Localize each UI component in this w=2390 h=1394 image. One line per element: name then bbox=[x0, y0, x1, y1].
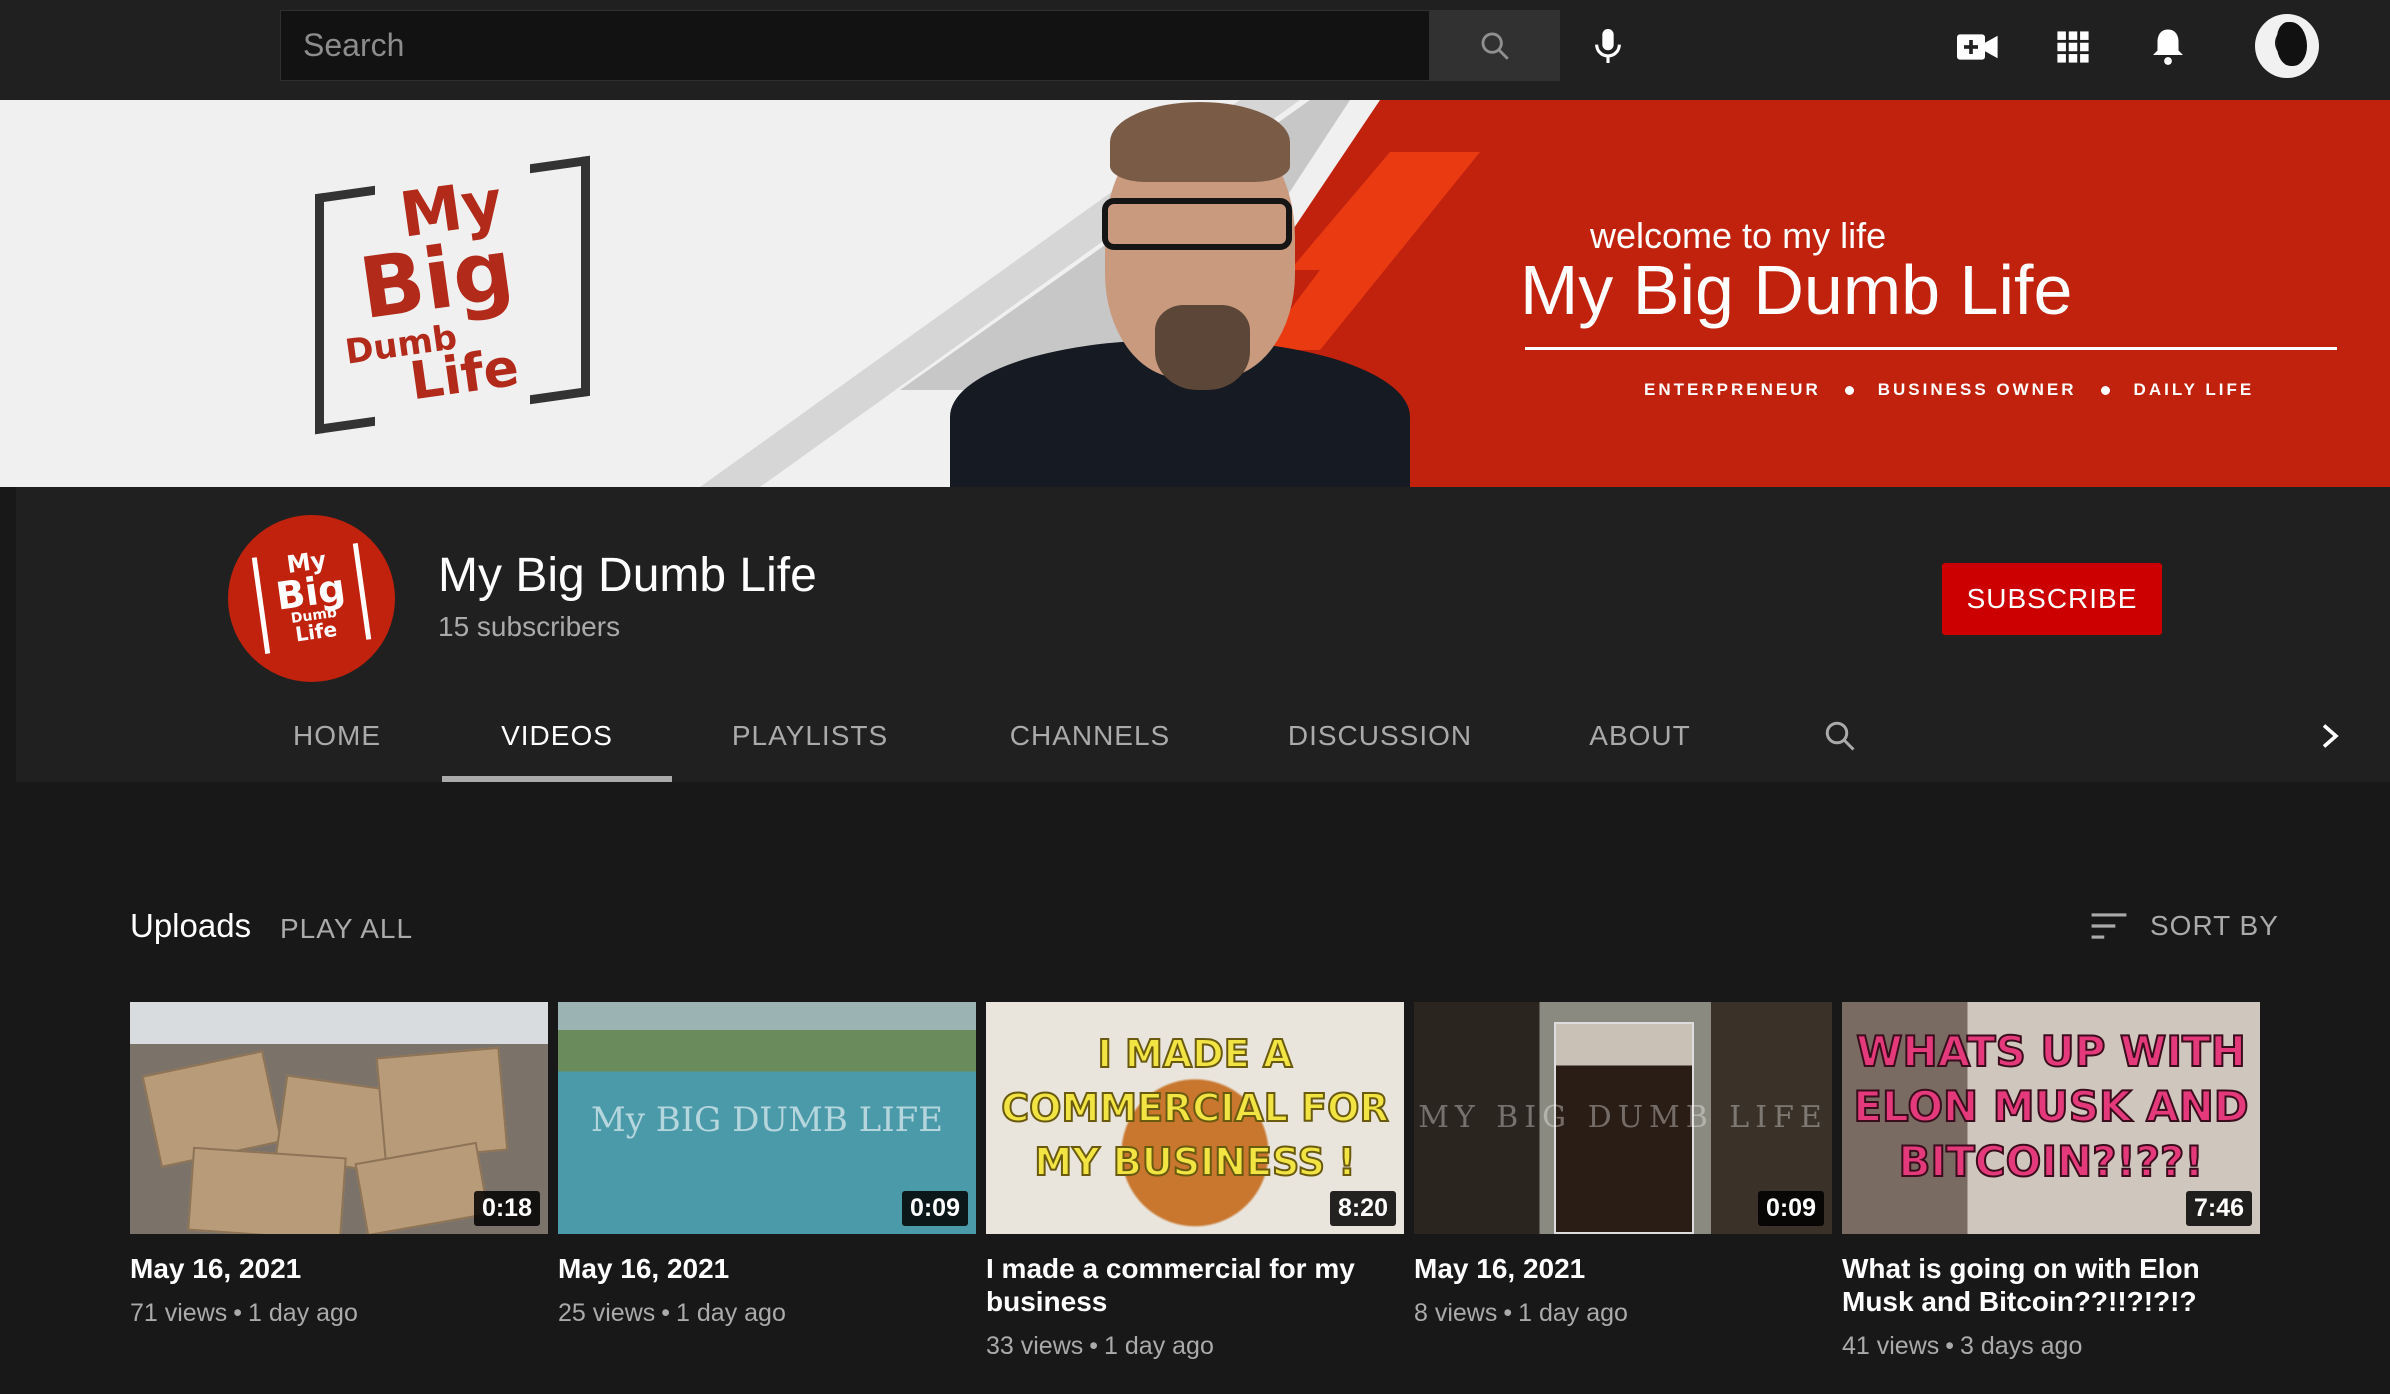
tab-videos[interactable]: VIDEOS bbox=[442, 690, 672, 782]
video-card[interactable]: WHATS UP WITH ELON MUSK AND BITCOIN?!??!… bbox=[1842, 1002, 2260, 1361]
notifications-button[interactable] bbox=[2145, 22, 2191, 70]
video-thumbnail[interactable]: MY BIG DUMB LIFE 0:09 bbox=[1414, 1002, 1832, 1234]
sort-by-button[interactable]: SORT BY bbox=[2090, 910, 2279, 942]
tab-home[interactable]: HOME bbox=[262, 690, 412, 782]
banner-tag: DAILY LIFE bbox=[2133, 380, 2255, 399]
view-count: 25 views bbox=[558, 1299, 656, 1327]
tabs-next-button[interactable] bbox=[2300, 690, 2360, 782]
subscriber-count: 15 subscribers bbox=[438, 611, 621, 642]
view-count: 33 views bbox=[986, 1332, 1084, 1360]
video-duration: 0:18 bbox=[473, 1191, 540, 1226]
sort-by-label: SORT BY bbox=[2150, 910, 2279, 941]
thumbnail-text: WHATS UP WITH ELON MUSK AND BITCOIN?!??! bbox=[1852, 1026, 2249, 1187]
thumbnail-text: I MADE A COMMERCIAL FOR MY BUSINESS ! bbox=[1000, 1031, 1389, 1185]
video-camera-plus-icon bbox=[1957, 34, 1998, 60]
view-count: 41 views bbox=[1842, 1332, 1940, 1360]
video-card[interactable]: My BIG DUMB LIFE 0:09 May 16, 2021 25 vi… bbox=[558, 1002, 976, 1328]
create-video-button[interactable] bbox=[1955, 24, 2001, 70]
thumbnail-watermark: MY BIG DUMB LIFE bbox=[1418, 1100, 1828, 1135]
banner-person-photo bbox=[870, 100, 1430, 487]
video-meta: 41 views • 3 days ago bbox=[1842, 1332, 2083, 1360]
voice-search-button[interactable] bbox=[1580, 18, 1636, 74]
bell-icon bbox=[2153, 29, 2183, 65]
mic-icon bbox=[1595, 29, 1621, 63]
banner-tag: ENTERPRENEUR bbox=[1644, 380, 1821, 399]
apps-grid-icon bbox=[2057, 31, 2089, 63]
video-meta: 71 views • 1 day ago bbox=[130, 1299, 358, 1327]
video-thumbnail[interactable]: My BIG DUMB LIFE 0:09 bbox=[558, 1002, 976, 1234]
tab-discussion[interactable]: DISCUSSION bbox=[1260, 690, 1500, 782]
upload-age: 1 day ago bbox=[1104, 1332, 1214, 1360]
view-count: 8 views bbox=[1414, 1299, 1498, 1327]
video-thumbnail[interactable]: 0:18 bbox=[130, 1002, 548, 1234]
video-thumbnail[interactable]: WHATS UP WITH ELON MUSK AND BITCOIN?!??!… bbox=[1842, 1002, 2260, 1234]
search-button[interactable] bbox=[1430, 10, 1560, 81]
video-title[interactable]: May 16, 2021 bbox=[558, 1252, 976, 1285]
tab-playlists[interactable]: PLAYLISTS bbox=[700, 690, 920, 782]
banner-logo: My Big Dumb Life bbox=[315, 155, 600, 435]
tab-channels[interactable]: CHANNELS bbox=[975, 690, 1205, 782]
banner-taglines: ENTERPRENEUR BUSINESS OWNER DAILY LIFE bbox=[1644, 380, 2254, 400]
search-box[interactable] bbox=[280, 10, 1430, 81]
channel-avatar[interactable]: My Big Dumb Life bbox=[228, 515, 395, 682]
video-card[interactable]: 0:18 May 16, 2021 71 views • 1 day ago bbox=[130, 1002, 548, 1328]
upload-age: 1 day ago bbox=[248, 1299, 358, 1327]
upload-age: 1 day ago bbox=[1518, 1299, 1628, 1327]
video-card[interactable]: I MADE A COMMERCIAL FOR MY BUSINESS ! 8:… bbox=[986, 1002, 1404, 1361]
account-avatar[interactable] bbox=[2255, 14, 2319, 78]
tab-about[interactable]: ABOUT bbox=[1560, 690, 1720, 782]
banner-tag: BUSINESS OWNER bbox=[1877, 380, 2077, 399]
upload-age: 1 day ago bbox=[676, 1299, 786, 1327]
channel-logo: My Big Dumb Life bbox=[251, 543, 372, 654]
video-duration: 0:09 bbox=[901, 1191, 968, 1226]
video-duration: 0:09 bbox=[1757, 1191, 1824, 1226]
video-meta: 25 views • 1 day ago bbox=[558, 1299, 786, 1327]
search-icon bbox=[1825, 721, 1855, 751]
apps-button[interactable] bbox=[2050, 24, 2096, 70]
search-input[interactable] bbox=[281, 11, 1429, 80]
upload-age: 3 days ago bbox=[1960, 1332, 2083, 1360]
video-title[interactable]: May 16, 2021 bbox=[130, 1252, 548, 1285]
chevron-right-icon bbox=[2322, 724, 2339, 748]
search-icon bbox=[1481, 32, 1509, 60]
video-duration: 7:46 bbox=[2185, 1191, 2252, 1226]
thumbnail-watermark: My BIG DUMB LIFE bbox=[590, 1100, 944, 1140]
channel-name: My Big Dumb Life bbox=[438, 549, 817, 602]
video-meta: 33 views • 1 day ago bbox=[986, 1332, 1214, 1360]
view-count: 71 views bbox=[130, 1299, 228, 1327]
sort-icon bbox=[2091, 913, 2127, 939]
subscribe-button[interactable]: SUBSCRIBE bbox=[1942, 563, 2162, 635]
video-card[interactable]: MY BIG DUMB LIFE 0:09 May 16, 2021 8 vie… bbox=[1414, 1002, 1832, 1328]
video-meta: 8 views • 1 day ago bbox=[1414, 1299, 1628, 1327]
video-duration: 8:20 bbox=[1329, 1191, 1396, 1226]
top-bar bbox=[0, 0, 2390, 100]
uploads-heading: Uploads bbox=[130, 907, 252, 944]
video-title[interactable]: I made a commercial for my business bbox=[986, 1252, 1404, 1318]
video-thumbnail[interactable]: I MADE A COMMERCIAL FOR MY BUSINESS ! 8:… bbox=[986, 1002, 1404, 1234]
play-all-button[interactable]: PLAY ALL bbox=[280, 913, 413, 945]
channel-banner: My Big Dumb Life welcome to my life My B… bbox=[0, 100, 2390, 487]
banner-title: My Big Dumb Life bbox=[1520, 251, 2073, 329]
video-title[interactable]: May 16, 2021 bbox=[1414, 1252, 1832, 1285]
video-title[interactable]: What is going on with Elon Musk and Bitc… bbox=[1842, 1252, 2260, 1318]
banner-divider bbox=[1525, 347, 2337, 350]
tab-search-button[interactable] bbox=[1800, 690, 1880, 782]
